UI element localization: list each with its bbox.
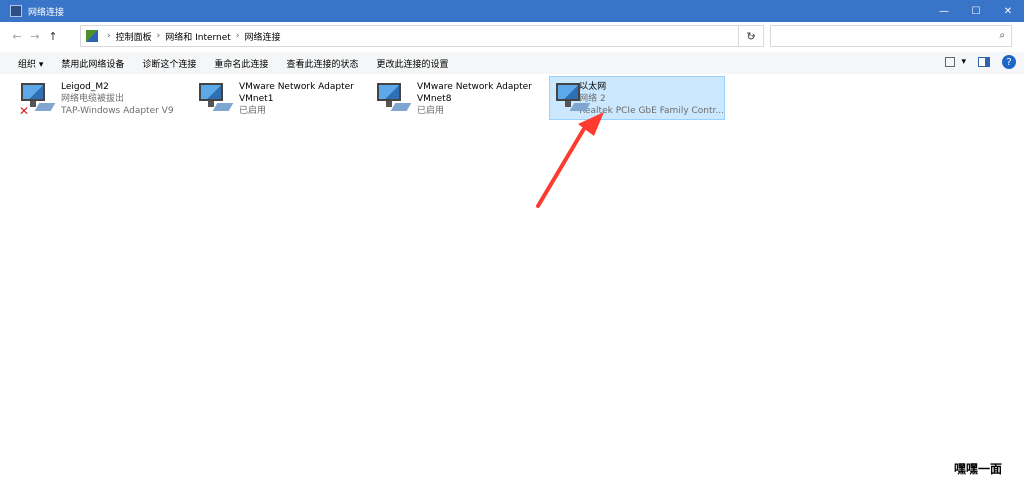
window-controls: — ☐ ✕ (928, 0, 1024, 22)
connection-status: 已启用 (417, 106, 445, 116)
minimize-button[interactable]: — (928, 0, 960, 22)
connection-status: 网络电缆被拔出 (61, 94, 125, 104)
change-settings-button[interactable]: 更改此连接的设置 (376, 57, 448, 70)
breadcrumb-separator: › (107, 31, 111, 41)
address-bar[interactable]: › 控制面板 › 网络和 Internet › 网络连接 ⌄ (80, 25, 764, 47)
view-status-button[interactable]: 查看此连接的状态 (286, 57, 358, 70)
monitor-stand (386, 101, 392, 107)
breadcrumb-separator: › (156, 31, 161, 41)
watermark-text: 嘿嘿一面 (954, 462, 1003, 476)
monitor-icon (199, 83, 223, 101)
network-connections-icon (10, 5, 22, 17)
connection-text: Leigod_M2 网络电缆被拔出 TAP-Windows Adapter V9 (61, 81, 174, 117)
organize-button[interactable]: 组织 ▾ (18, 57, 43, 70)
up-button[interactable]: ↑ (44, 30, 62, 43)
search-input[interactable]: ⌕ (770, 25, 1012, 47)
command-toolbar: 组织 ▾ 禁用此网络设备 诊断这个连接 重命名此连接 查看此连接的状态 更改此连… (0, 52, 1024, 74)
connection-name: VMware Network Adapter (239, 82, 354, 92)
connection-item-leigod[interactable]: ✕ Leigod_M2 网络电缆被拔出 TAP-Windows Adapter … (14, 76, 190, 120)
connections-list: ✕ Leigod_M2 网络电缆被拔出 TAP-Windows Adapter … (10, 76, 1014, 488)
toolbar-right-group: ▾ ? (945, 55, 1016, 69)
close-button[interactable]: ✕ (992, 0, 1024, 22)
connection-item-vmnet8[interactable]: VMware Network Adapter VMnet8 已启用 (370, 76, 546, 120)
refresh-button[interactable]: ↻ (738, 25, 764, 47)
annotation-arrow (536, 112, 604, 208)
connection-text: VMware Network Adapter VMnet8 已启用 (417, 81, 532, 117)
connection-status: 已启用 (239, 106, 267, 116)
connection-item-vmnet1[interactable]: VMware Network Adapter VMnet1 已启用 (192, 76, 368, 120)
network-adapter-icon: ✕ (19, 79, 57, 118)
network-adapter-icon (197, 79, 235, 117)
network-cable-icon (390, 103, 412, 111)
network-cable-icon (212, 103, 234, 111)
connection-subname: VMnet1 (239, 94, 274, 104)
help-icon[interactable]: ? (1002, 55, 1016, 69)
control-panel-icon (86, 30, 98, 42)
network-cable-icon (34, 103, 56, 111)
title-bar: 网络连接 — ☐ ✕ (0, 0, 1024, 22)
disconnected-x-icon: ✕ (19, 104, 30, 118)
view-dropdown-icon[interactable]: ▾ (961, 57, 966, 67)
monitor-icon (377, 83, 401, 101)
breadcrumb-control-panel[interactable]: 控制面板 (116, 30, 152, 43)
search-icon[interactable]: ⌕ (999, 30, 1005, 41)
diagnose-connection-button[interactable]: 诊断这个连接 (142, 57, 196, 70)
window-title: 网络连接 (28, 7, 65, 18)
monitor-stand (208, 101, 214, 107)
navigation-bar: ← → ↑ › 控制面板 › 网络和 Internet › 网络连接 ⌄ ↻ ⌕ (0, 22, 1024, 50)
preview-pane-icon[interactable] (978, 57, 990, 67)
connection-name: 以太网 (579, 82, 607, 92)
forward-button[interactable]: → (26, 30, 44, 43)
back-button[interactable]: ← (8, 30, 26, 43)
arrow-shaft (536, 120, 590, 208)
view-options-icon[interactable] (945, 57, 956, 67)
breadcrumb-network-connections[interactable]: 网络连接 (244, 30, 280, 43)
breadcrumb-network-internet[interactable]: 网络和 Internet (165, 30, 231, 43)
maximize-button[interactable]: ☐ (960, 0, 992, 22)
connection-subname: VMnet8 (417, 94, 452, 104)
monitor-icon (21, 83, 45, 101)
breadcrumb-separator: › (235, 31, 240, 41)
rename-connection-button[interactable]: 重命名此连接 (214, 57, 268, 70)
connection-text: VMware Network Adapter VMnet1 已启用 (239, 81, 354, 117)
monitor-stand (30, 101, 36, 107)
network-adapter-icon (375, 79, 413, 117)
disable-device-button[interactable]: 禁用此网络设备 (61, 57, 124, 70)
connection-device: TAP-Windows Adapter V9 (61, 106, 174, 116)
connection-name: VMware Network Adapter (417, 82, 532, 92)
connection-name: Leigod_M2 (61, 82, 109, 92)
monitor-icon (556, 83, 580, 101)
